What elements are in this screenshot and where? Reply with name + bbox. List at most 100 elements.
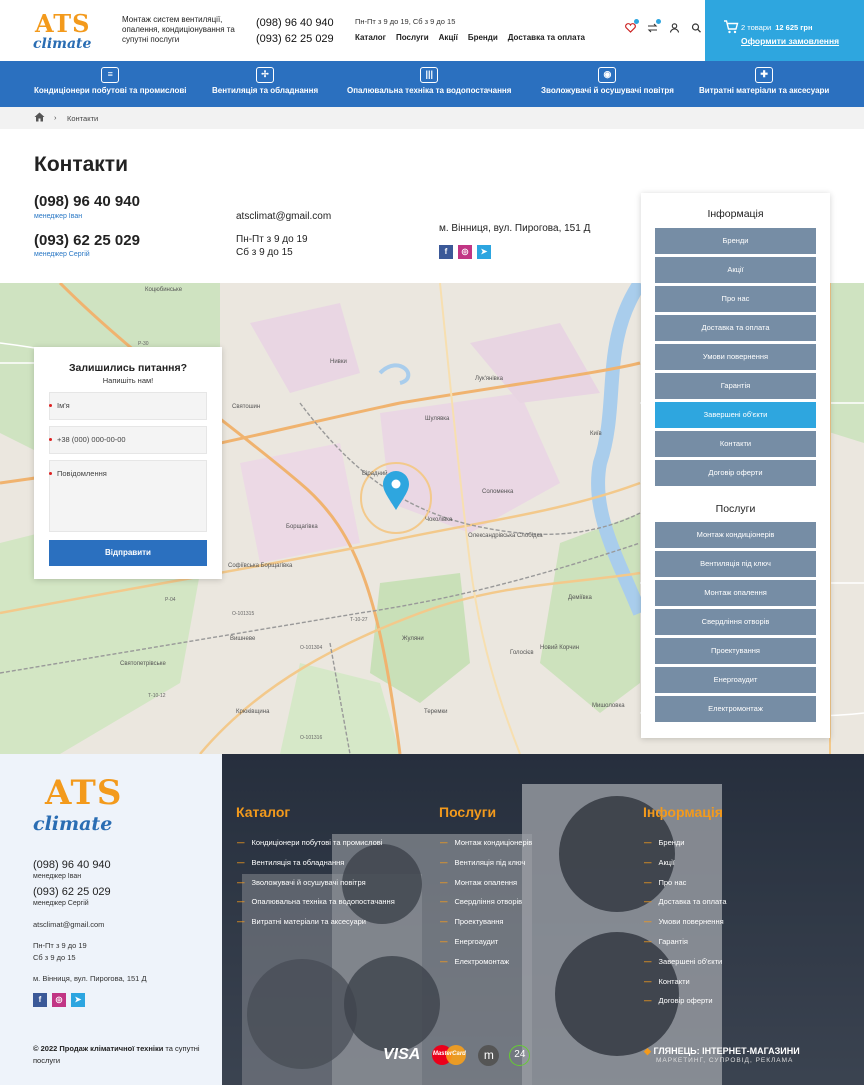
sidebar-item-contacts[interactable]: Контакти (655, 431, 816, 457)
road-label: Т-10-27 (350, 617, 368, 623)
search-icon[interactable] (690, 23, 702, 36)
footer-link[interactable]: Вентиляція під ключ (440, 853, 532, 873)
sidebar-item-design[interactable]: Проектування (655, 638, 816, 664)
footer-link[interactable]: Договір оферти (644, 991, 727, 1011)
instagram-icon[interactable]: ◎ (458, 245, 472, 259)
footer-facebook-icon[interactable]: f (33, 993, 47, 1007)
sidebar-item-warranty[interactable]: Гарантія (655, 373, 816, 399)
footer-link[interactable]: Опалювальна техніка та водопостачання (237, 892, 395, 912)
footer-link[interactable]: Витратні матеріали та аксесуари (237, 912, 395, 932)
logo-text-top: ATS (35, 9, 91, 38)
developer-logo-icon: ◆ (644, 1046, 651, 1056)
footer-phone-1[interactable]: (098) 96 40 940 (33, 859, 111, 871)
nav-delivery[interactable]: Доставка та оплата (508, 33, 585, 42)
compare-icon[interactable] (646, 19, 661, 36)
footer-link[interactable]: Бренди (644, 833, 727, 853)
sidebar-item-electrical[interactable]: Електромонтаж (655, 696, 816, 722)
road-label: О-101316 (300, 735, 322, 741)
humidifier-icon: ◉ (598, 67, 617, 83)
footer-link[interactable]: Умови повернення (644, 912, 727, 932)
category-heating[interactable]: ||| Опалювальна техніка та водопостачання (347, 67, 511, 95)
nav-brands[interactable]: Бренди (468, 33, 498, 42)
logo[interactable]: ATS climate (33, 9, 105, 54)
map-label: Борщагівка (286, 524, 318, 530)
header-hours: Пн-Пт з 9 до 19, Сб з 9 до 15 (355, 17, 456, 26)
map-label: Олександрівська Слобідка (468, 533, 543, 539)
footer-link[interactable]: Про нас (644, 873, 727, 893)
sidebar-item-completed-projects[interactable]: Завершені об'єкти (655, 402, 816, 428)
sidebar-item-ventilation[interactable]: Вентиляція під ключ (655, 551, 816, 577)
submit-button[interactable]: Відправити (49, 540, 207, 566)
header-phone-2[interactable]: (093) 62 25 029 (256, 31, 334, 47)
home-icon[interactable] (34, 112, 45, 122)
footer-link[interactable]: Монтаж опалення (440, 873, 532, 893)
breadcrumb-current: Контакти (67, 114, 99, 123)
user-icon[interactable] (668, 23, 680, 36)
sidebar-item-ac-install[interactable]: Монтаж кондиціонерів (655, 522, 816, 548)
header-nav: Каталог Послуги Акції Бренди Доставка та… (355, 33, 585, 42)
checkout-link[interactable]: Оформити замовлення (741, 36, 839, 46)
footer-link[interactable]: Акції (644, 853, 727, 873)
map-label: Нивки (330, 359, 347, 365)
map-label: Теремки (424, 709, 447, 715)
category-accessories[interactable]: ✚ Витратні матеріали та аксесуари (699, 67, 829, 95)
contact-hours-weekdays: Пн-Пт з 9 до 19 (236, 234, 308, 245)
developer-subtitle: МАРКЕТИНГ, СУПРОВІД, РЕКЛАМА (656, 1057, 794, 1064)
footer-link[interactable]: Завершені об'єкти (644, 952, 727, 972)
sidebar-item-energy-audit[interactable]: Енергоаудит (655, 667, 816, 693)
sidebar-item-brands[interactable]: Бренди (655, 228, 816, 254)
footer-services-list: Монтаж кондиціонерів Вентиляція під ключ… (440, 833, 533, 972)
footer-email[interactable]: atsclimat@gmail.com (33, 920, 104, 929)
sidebar-item-delivery[interactable]: Доставка та оплата (655, 315, 816, 341)
contact-email[interactable]: atsclimat@gmail.com (236, 211, 331, 222)
phone-field[interactable]: +38 (000) 000-00-00 (49, 426, 207, 454)
nav-services[interactable]: Послуги (396, 33, 429, 42)
footer-link[interactable]: Зволожувачі й осушувачі повітря (237, 873, 395, 893)
map-label: Соломенка (482, 489, 514, 495)
footer-instagram-icon[interactable]: ◎ (52, 993, 66, 1007)
footer-link[interactable]: Електромонтаж (440, 952, 532, 972)
message-field[interactable]: Повідомлення (49, 460, 207, 532)
footer-link[interactable]: Монтаж кондиціонерів (440, 833, 533, 853)
sidebar-item-about[interactable]: Про нас (655, 286, 816, 312)
footer-phone-2[interactable]: (093) 62 25 029 (33, 886, 111, 898)
telegram-icon[interactable]: ➤ (477, 245, 491, 259)
breadcrumb: › Контакти (0, 107, 864, 129)
developer-credit[interactable]: ◆ ГЛЯНЕЦЬ: ІНТЕРНЕТ-МАГАЗИНИ МАРКЕТИНГ, … (644, 1046, 800, 1064)
footer-link[interactable]: Контакти (644, 972, 727, 992)
nav-catalog[interactable]: Каталог (355, 33, 386, 42)
footer-link[interactable]: Кондиціонери побутові та промислові (237, 833, 395, 853)
map-label: Вірадний (362, 470, 388, 477)
sidebar-info-title: Інформація (707, 208, 764, 220)
footer-link[interactable]: Доставка та оплата (644, 892, 727, 912)
sidebar-item-drilling[interactable]: Свердління отворів (655, 609, 816, 635)
footer-telegram-icon[interactable]: ➤ (71, 993, 85, 1007)
nav-promotions[interactable]: Акції (439, 33, 458, 42)
sidebar-item-offer[interactable]: Договір оферти (655, 460, 816, 486)
sidebar-item-promotions[interactable]: Акції (655, 257, 816, 283)
name-field[interactable]: Ім'я (49, 392, 207, 420)
sidebar-item-heating[interactable]: Монтаж опалення (655, 580, 816, 606)
footer-link[interactable]: Енергоаудит (440, 932, 532, 952)
category-ventilation[interactable]: ✢ Вентиляція та обладнання (212, 67, 318, 95)
logo-text-bottom: climate (33, 36, 92, 52)
category-humidifiers[interactable]: ◉ Зволожувачі й осушувачі повітря (541, 67, 674, 95)
footer-logo[interactable]: ATS climate (33, 774, 133, 838)
footer-logo-text-top: ATS (45, 773, 123, 813)
facebook-icon[interactable]: f (439, 245, 453, 259)
footer-link[interactable]: Гарантія (644, 932, 727, 952)
footer-link[interactable]: Проектування (440, 912, 532, 932)
footer-link[interactable]: Свердління отворів (440, 892, 532, 912)
heart-icon[interactable] (624, 19, 639, 36)
category-air-conditioners[interactable]: ≡ Кондиціонери побутові та промислові (34, 67, 186, 95)
tagline: Монтаж систем вентиляції, опалення, конд… (122, 15, 235, 44)
cart-block[interactable]: 2 товари 12 625 грн Оформити замовлення (705, 0, 864, 61)
footer-manager-2: менеджер Сергій (33, 900, 89, 907)
site-header: ATS climate Монтаж систем вентиляції, оп… (0, 0, 864, 61)
contact-phone-1[interactable]: (098) 96 40 940 (34, 193, 140, 210)
map-label: Мишоловка (592, 703, 625, 709)
footer-link[interactable]: Вентиляція та обладнання (237, 853, 395, 873)
sidebar-item-returns[interactable]: Умови повернення (655, 344, 816, 370)
header-phone-1[interactable]: (098) 96 40 940 (256, 15, 334, 31)
contact-phone-2[interactable]: (093) 62 25 029 (34, 232, 140, 249)
